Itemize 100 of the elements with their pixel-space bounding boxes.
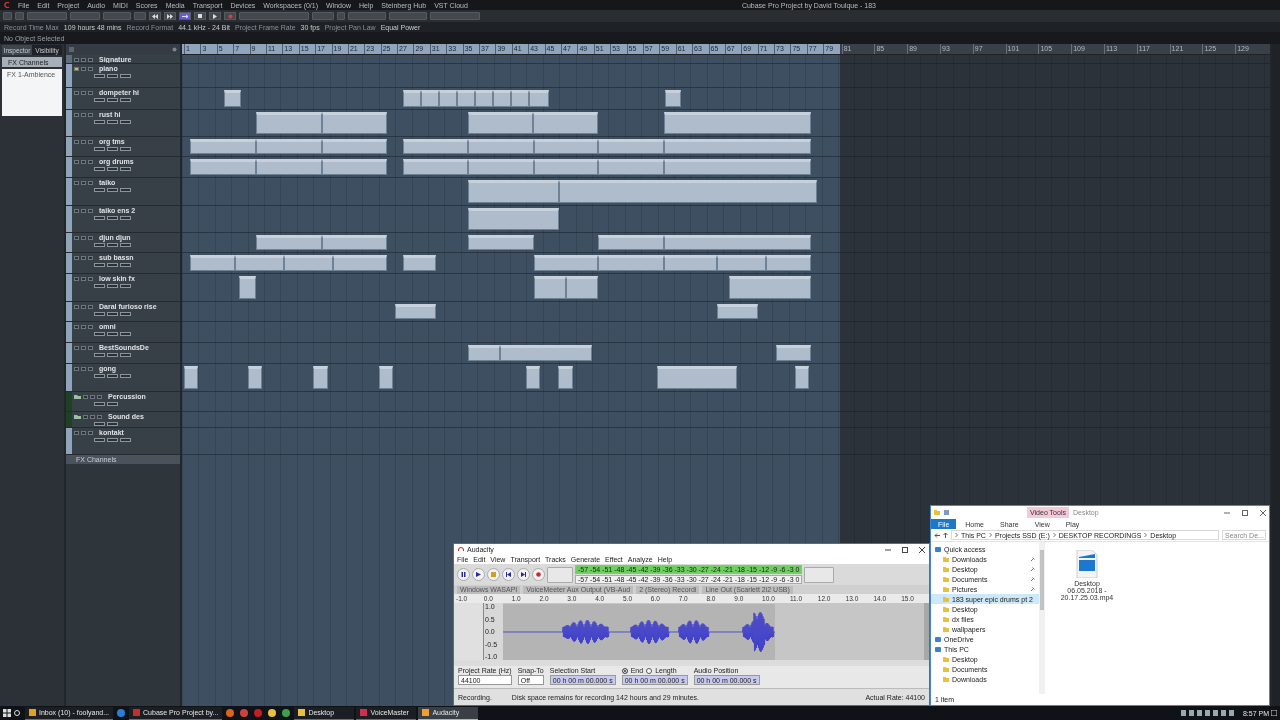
audio-event[interactable] [402, 159, 468, 175]
audio-event[interactable] [794, 366, 809, 389]
solo-toggle[interactable] [88, 276, 93, 281]
audio-event[interactable] [525, 366, 540, 389]
audio-event[interactable] [333, 255, 388, 271]
monitor-toggle[interactable] [74, 90, 79, 95]
audio-event[interactable] [256, 139, 322, 154]
track-control[interactable] [94, 402, 105, 406]
mute-toggle[interactable] [81, 159, 86, 164]
audio-event[interactable] [321, 235, 388, 250]
monitor-toggle[interactable] [74, 112, 79, 117]
audio-event[interactable] [534, 276, 567, 299]
track-control[interactable] [107, 216, 118, 220]
track-control[interactable] [107, 98, 118, 102]
solo-toggle[interactable] [97, 414, 102, 419]
monitor-toggle[interactable] [74, 345, 79, 350]
audio-event[interactable] [189, 139, 257, 154]
transport-button[interactable] [194, 12, 206, 20]
transport-button[interactable] [149, 12, 161, 20]
track-control[interactable] [94, 74, 105, 78]
track-control[interactable] [120, 147, 131, 151]
audio-event[interactable] [663, 159, 812, 175]
audio-event[interactable] [776, 345, 812, 361]
audio-event[interactable] [238, 276, 257, 299]
solo-toggle[interactable] [88, 208, 93, 213]
track-control[interactable] [94, 167, 105, 171]
monitor-toggle[interactable] [74, 430, 79, 435]
maximize-icon[interactable] [902, 546, 908, 553]
mute-toggle[interactable] [90, 414, 95, 419]
audio-event[interactable] [467, 159, 535, 175]
solo-toggle[interactable] [88, 139, 93, 144]
solo-toggle[interactable] [88, 366, 93, 371]
track-control[interactable] [107, 402, 118, 406]
audio-event[interactable] [402, 255, 436, 271]
audio-event[interactable] [284, 255, 334, 271]
audio-event[interactable] [529, 90, 549, 107]
mute-toggle[interactable] [81, 430, 86, 435]
monitor-toggle[interactable] [74, 255, 79, 260]
monitor-toggle[interactable] [74, 208, 79, 213]
track-control[interactable] [120, 167, 131, 171]
windows-start-icon[interactable] [3, 709, 11, 717]
skip-start-button[interactable] [502, 568, 515, 581]
track-control[interactable] [94, 422, 105, 426]
audio-event[interactable] [717, 304, 758, 319]
solo-toggle[interactable] [88, 304, 93, 309]
track-control[interactable] [107, 422, 118, 426]
monitor-toggle[interactable] [74, 276, 79, 281]
pause-button[interactable] [457, 568, 470, 581]
scrollbar[interactable] [1039, 542, 1045, 694]
skip-end-button[interactable] [517, 568, 530, 581]
audio-event[interactable] [598, 159, 664, 175]
audio-event[interactable] [439, 90, 458, 107]
back-arrow-icon[interactable] [934, 532, 940, 538]
track-control[interactable] [94, 312, 105, 316]
solo-toggle[interactable] [97, 394, 102, 399]
track-control[interactable] [107, 374, 118, 378]
close-icon[interactable] [1260, 509, 1266, 516]
track-control[interactable] [107, 167, 118, 171]
audio-event[interactable] [534, 159, 599, 175]
audio-event[interactable] [467, 180, 559, 203]
solo-toggle[interactable] [88, 324, 93, 329]
mute-toggle[interactable] [81, 180, 86, 185]
audio-event[interactable] [321, 159, 388, 175]
monitor-toggle[interactable] [74, 57, 79, 62]
audio-event[interactable] [224, 90, 242, 107]
mute-toggle[interactable] [81, 139, 86, 144]
mute-toggle[interactable] [81, 112, 86, 117]
track-control[interactable] [94, 263, 105, 267]
monitor-toggle[interactable] [74, 66, 79, 71]
audio-event[interactable] [499, 345, 593, 361]
solo-toggle[interactable] [88, 345, 93, 350]
track-control[interactable] [94, 147, 105, 151]
monitor-toggle[interactable] [74, 366, 79, 371]
up-arrow-icon[interactable] [943, 532, 948, 538]
track-control[interactable] [107, 263, 118, 267]
audio-event[interactable] [566, 276, 599, 299]
audio-event[interactable] [234, 255, 284, 271]
transport-button[interactable] [164, 12, 176, 20]
track-control[interactable] [94, 120, 105, 124]
minimize-icon[interactable] [1224, 509, 1230, 516]
solo-toggle[interactable] [88, 159, 93, 164]
monitor-toggle[interactable] [74, 139, 79, 144]
track-control[interactable] [120, 216, 131, 220]
monitor-toggle[interactable] [74, 324, 79, 329]
maximize-icon[interactable] [1242, 509, 1248, 516]
audio-event[interactable] [557, 366, 573, 389]
track-control[interactable] [94, 243, 105, 247]
track-control[interactable] [107, 188, 118, 192]
track-control[interactable] [94, 374, 105, 378]
track-control[interactable] [94, 284, 105, 288]
audio-event[interactable] [467, 139, 535, 154]
transport-button[interactable] [179, 12, 191, 20]
audio-event[interactable] [189, 255, 235, 271]
audio-event[interactable] [312, 366, 329, 389]
audio-event[interactable] [256, 112, 322, 134]
audio-event[interactable] [247, 366, 262, 389]
audio-event[interactable] [402, 90, 421, 107]
track-control[interactable] [120, 332, 131, 336]
audio-event[interactable] [598, 139, 664, 154]
audio-event[interactable] [467, 235, 535, 250]
